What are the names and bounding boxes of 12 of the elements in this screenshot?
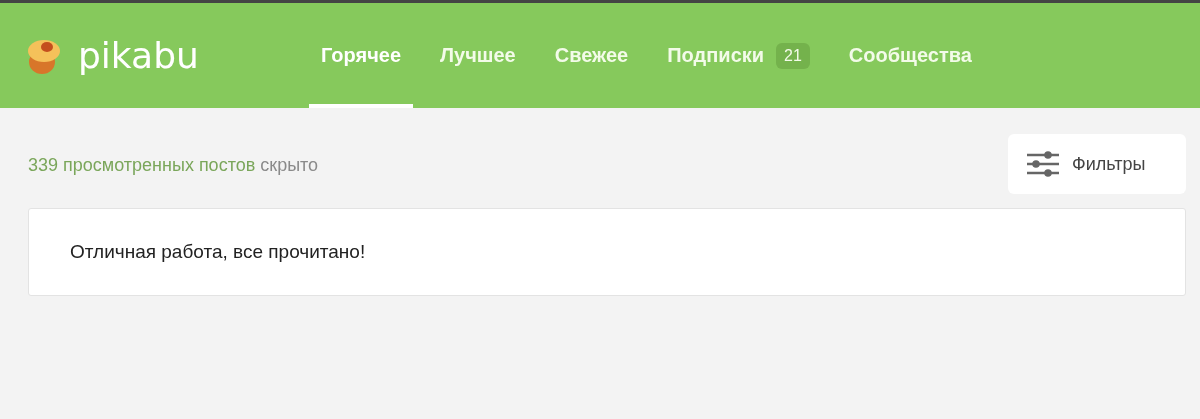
viewed-posts-link[interactable]: 339 просмотренных постов (28, 155, 256, 175)
nav-tab[interactable]: Лучшее (428, 3, 528, 108)
nav-tab[interactable]: Подписки 21 (655, 3, 822, 108)
sliders-icon (1026, 151, 1060, 177)
nav-tab[interactable]: Сообщества (836, 3, 984, 108)
all-read-message: Отличная работа, все прочитано! (70, 241, 366, 263)
filters-button[interactable]: Фильтры (1008, 134, 1186, 194)
nav-tab[interactable]: Свежее (542, 3, 641, 108)
count-badge: 21 (776, 42, 810, 69)
site-logo-text[interactable]: pikabu (78, 35, 199, 76)
hidden-posts-notice: 339 просмотренных постов скрыто (28, 155, 319, 176)
nav-tab[interactable]: Горячее (309, 3, 414, 108)
